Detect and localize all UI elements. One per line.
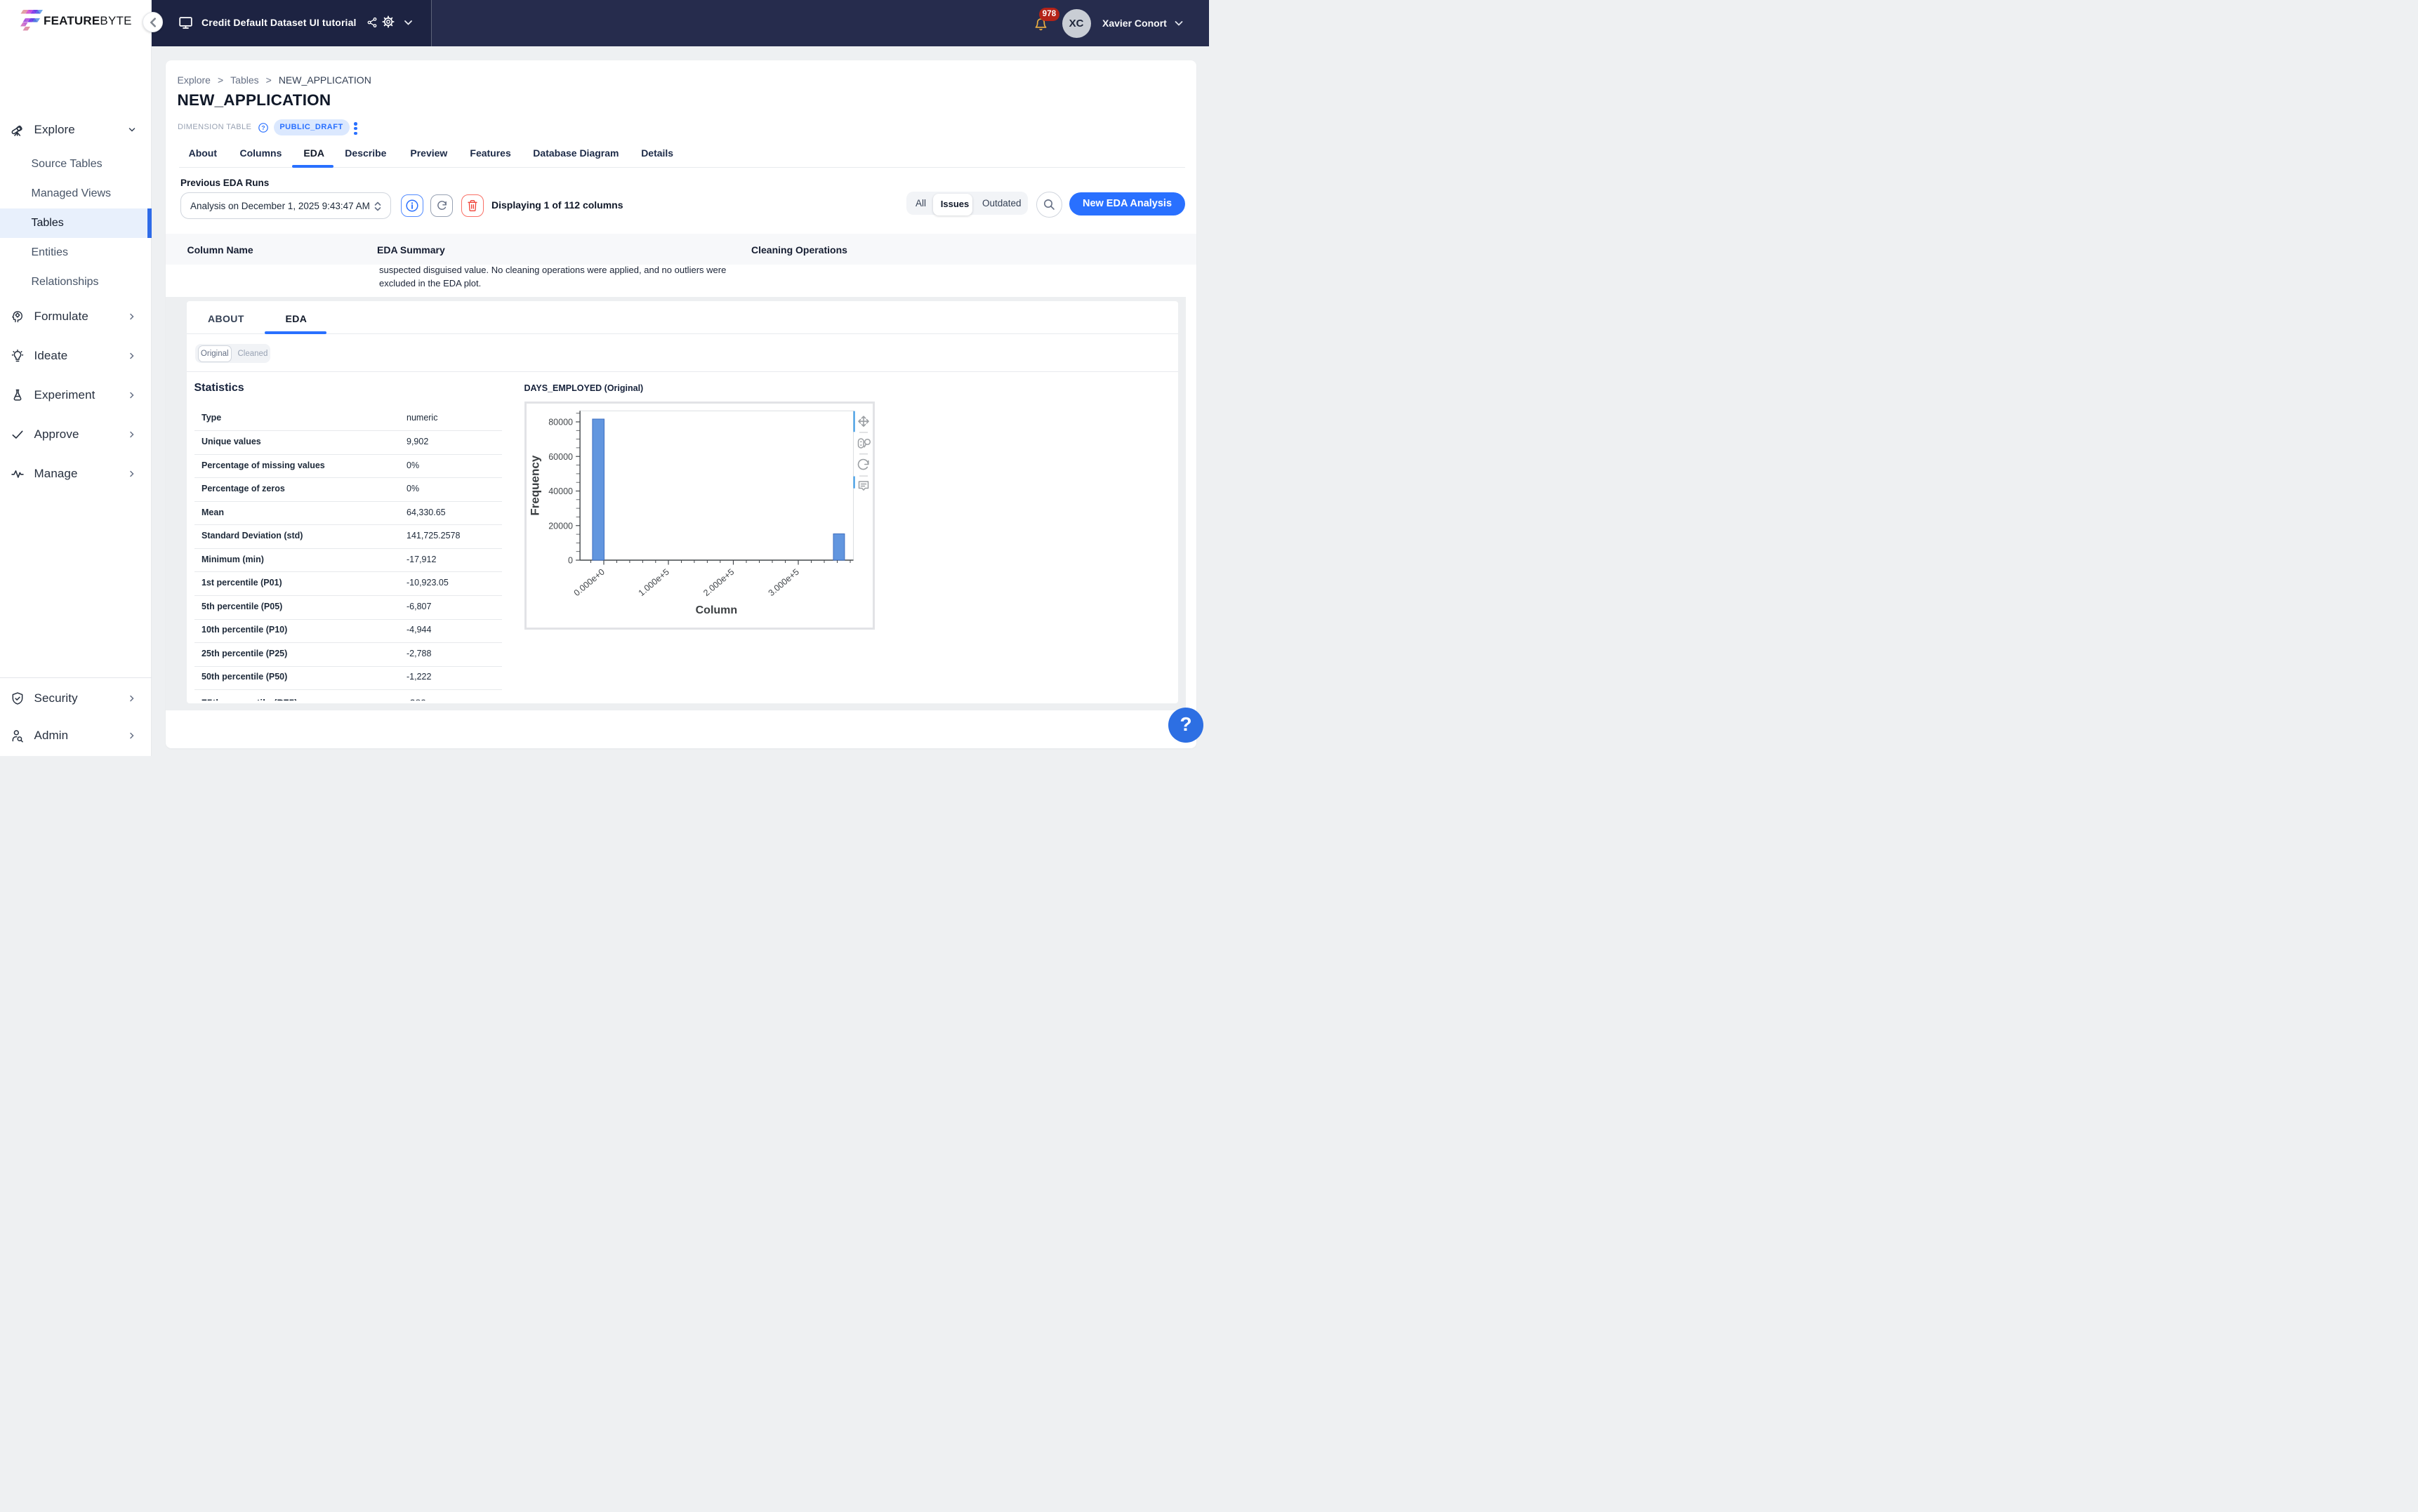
svg-text:40000: 40000 [548,486,573,496]
svg-text:3.000e+5: 3.000e+5 [766,567,800,598]
svg-text:1.000e+5: 1.000e+5 [636,567,670,598]
svg-text:20000: 20000 [548,521,573,531]
svg-text:Frequency: Frequency [528,455,541,516]
svg-text:Column: Column [695,604,737,616]
svg-text:?: ? [261,124,265,131]
svg-text:80000: 80000 [548,418,573,427]
svg-text:60000: 60000 [548,452,573,462]
svg-text:0.000e+0: 0.000e+0 [572,567,606,598]
svg-text:2.000e+5: 2.000e+5 [701,567,736,598]
svg-text:0: 0 [568,556,573,566]
